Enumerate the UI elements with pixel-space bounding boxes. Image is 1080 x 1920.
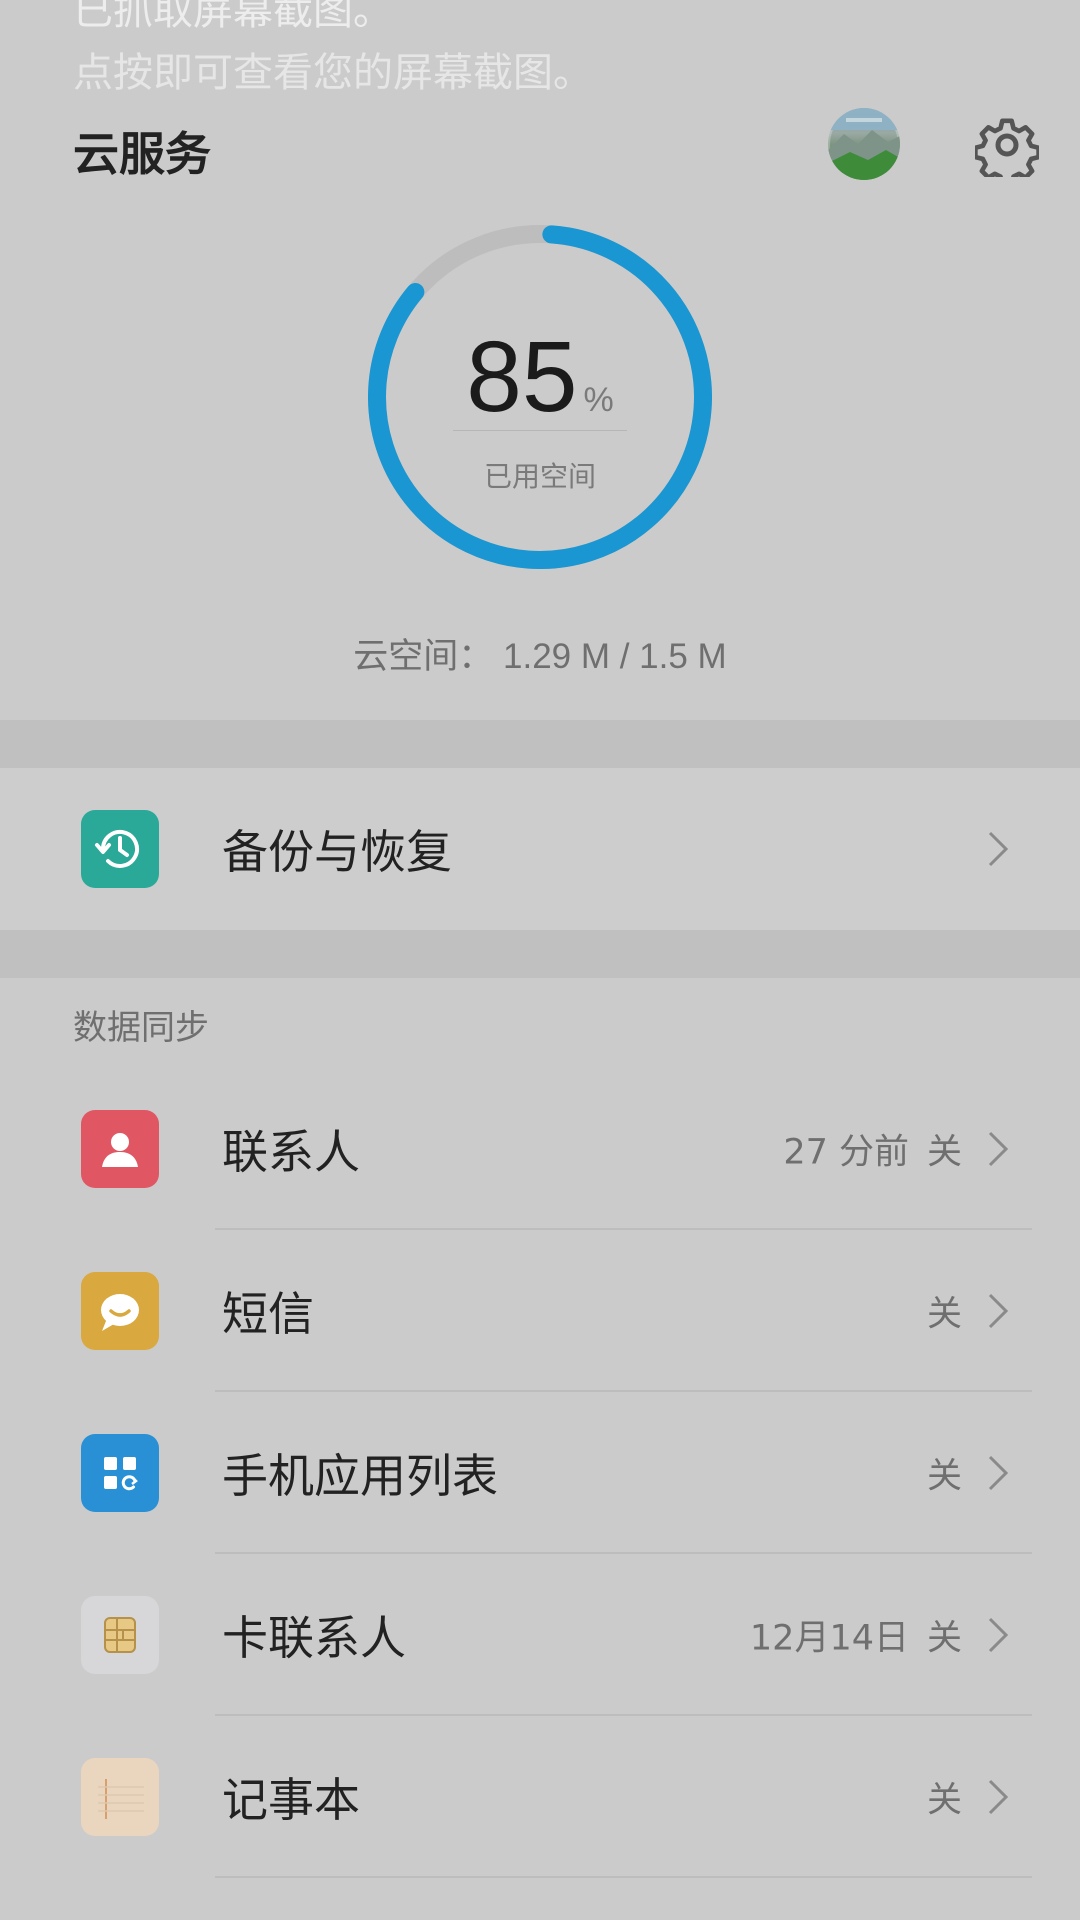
row-divider	[215, 1876, 1032, 1878]
chevron-right-icon	[988, 1455, 1009, 1491]
contact-icon	[81, 1110, 159, 1188]
notepad-icon	[81, 1758, 159, 1836]
used-percent-value: 85	[466, 321, 578, 433]
sync-item-label: 联系人	[222, 1125, 360, 1179]
sync-item-status: 关	[926, 1780, 962, 1821]
cloud-service-screen: 已抓取屏幕截图。 点按即可查看您的屏幕截图。 云服务 85 % 已用空间 云空间…	[0, 0, 1080, 1920]
sync-row-notepad[interactable]: 记事本 关	[0, 1716, 1080, 1878]
sync-item-meta: 12月14日关	[750, 1610, 962, 1661]
sync-row-messages[interactable]: 短信 关	[0, 1230, 1080, 1392]
sync-item-status: 关	[926, 1456, 962, 1497]
avatar[interactable]	[828, 108, 900, 180]
backup-restore-row[interactable]: 备份与恢复	[0, 768, 1080, 930]
backup-restore-label: 备份与恢复	[222, 825, 452, 879]
sync-row-contacts[interactable]: 联系人 27 分前关	[0, 1068, 1080, 1230]
sim-card-icon	[81, 1596, 159, 1674]
sync-item-label: 短信	[222, 1287, 314, 1341]
sync-row-app-list[interactable]: 手机应用列表 关	[0, 1392, 1080, 1554]
chevron-right-icon	[988, 1617, 1009, 1653]
sync-item-status: 关	[926, 1132, 962, 1173]
chevron-right-icon	[988, 1131, 1009, 1167]
percent-sign: %	[583, 381, 614, 419]
chevron-right-icon	[988, 831, 1009, 867]
storage-usage-ring: 85% 已用空间	[368, 225, 712, 569]
settings-button[interactable]	[973, 113, 1041, 187]
sync-item-label: 手机应用列表	[222, 1449, 498, 1503]
app-list-icon	[81, 1434, 159, 1512]
section-separator	[0, 930, 1080, 978]
sync-item-meta: 关	[927, 1772, 962, 1823]
avatar-landscape-icon	[828, 108, 900, 180]
sync-item-meta: 关	[927, 1286, 962, 1337]
cloud-space-summary: 云空间： 1.29 M / 1.5 M	[353, 637, 727, 676]
gear-icon	[973, 118, 1041, 187]
sync-item-meta: 27 分前关	[783, 1124, 962, 1175]
header: 云服务	[0, 96, 1080, 192]
ring-divider	[453, 430, 627, 431]
sync-item-meta: 关	[927, 1448, 962, 1499]
section-separator	[0, 720, 1080, 768]
screenshot-notification-subtitle[interactable]: 点按即可查看您的屏幕截图。	[73, 40, 593, 98]
sync-item-label: 卡联系人	[222, 1611, 406, 1665]
message-icon	[81, 1272, 159, 1350]
chevron-right-icon	[988, 1779, 1009, 1815]
clock-restore-icon	[81, 810, 159, 888]
sync-item-status: 关	[926, 1618, 962, 1659]
sync-row-sim-contacts[interactable]: 卡联系人 12月14日关	[0, 1554, 1080, 1716]
screenshot-notification-title[interactable]: 已抓取屏幕截图。	[73, 0, 393, 36]
data-sync-section-title: 数据同步	[73, 1008, 209, 1048]
chevron-right-icon	[988, 1293, 1009, 1329]
used-percent: 85%	[368, 320, 712, 435]
sync-item-time: 27 分前	[783, 1132, 909, 1173]
sync-item-status: 关	[926, 1294, 962, 1335]
sync-item-time: 12月14日	[749, 1618, 909, 1659]
page-title: 云服务	[73, 127, 211, 181]
sync-item-label: 记事本	[222, 1773, 360, 1827]
used-space-label: 已用空间	[483, 460, 596, 493]
